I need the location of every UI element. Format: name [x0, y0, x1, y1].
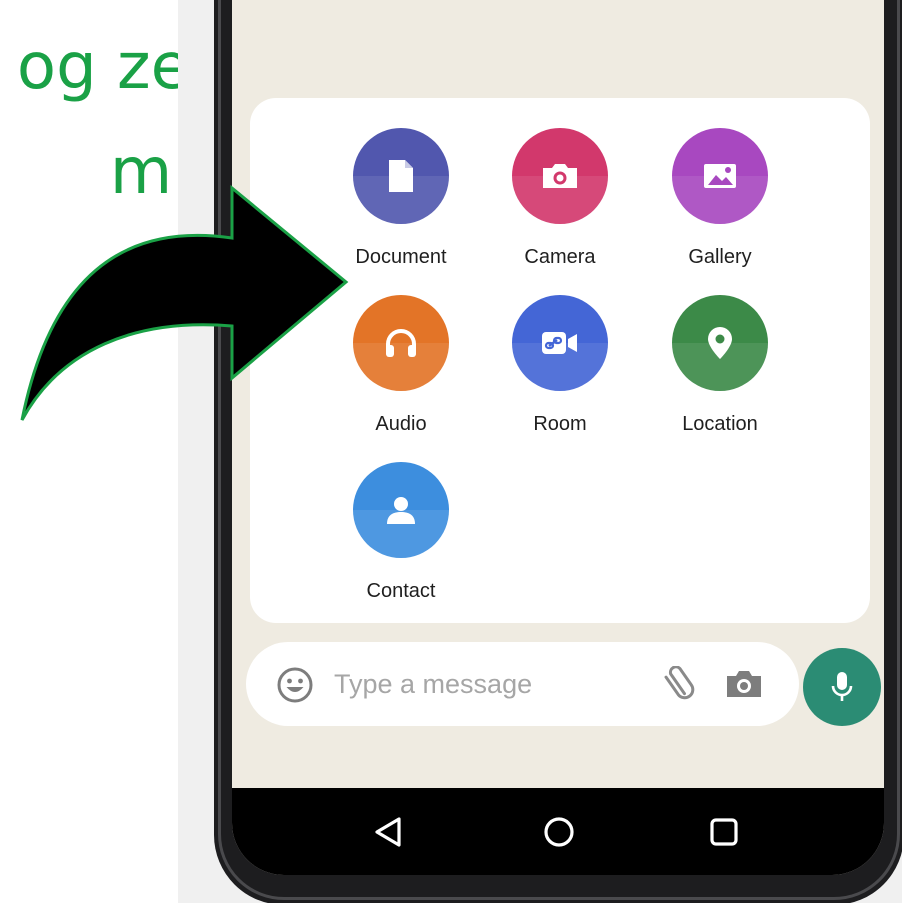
camera-icon[interactable] [724, 668, 764, 705]
home-icon[interactable] [537, 810, 581, 854]
mic-button[interactable] [803, 648, 881, 726]
recents-icon[interactable] [702, 810, 746, 854]
attach-location-button[interactable]: Location [650, 295, 790, 436]
audio-label: Audio [375, 413, 427, 435]
nav-bar [232, 788, 884, 875]
attach-menu: Document Camera Gallery Audio Room Locat… [250, 98, 870, 623]
document-icon [389, 160, 413, 192]
document-circle [353, 128, 449, 224]
room-circle [512, 295, 608, 391]
emoji-icon[interactable] [276, 666, 314, 709]
overlay-text-line1: og ze [16, 30, 190, 104]
camera-icon [543, 164, 577, 188]
gallery-label: Gallery [688, 246, 752, 268]
location-circle [672, 295, 768, 391]
camera-label: Camera [524, 246, 596, 268]
back-icon[interactable] [366, 810, 410, 854]
attach-gallery-button[interactable]: Gallery [650, 128, 790, 269]
phone-screen: Document Camera Gallery Audio Room Locat… [232, 0, 884, 875]
contact-circle [353, 462, 449, 558]
attach-document-button[interactable]: Document [331, 128, 471, 269]
attach-camera-button[interactable]: Camera [490, 128, 630, 269]
attach-audio-button[interactable]: Audio [331, 295, 471, 436]
overlay-text: og ze mi [0, 0, 190, 250]
location-pin-icon [708, 327, 732, 359]
attach-contact-button[interactable]: Contact [331, 462, 471, 603]
gallery-circle [672, 128, 768, 224]
audio-circle [353, 295, 449, 391]
headphones-icon [386, 329, 416, 357]
attach-room-button[interactable]: Room [490, 295, 630, 436]
room-label: Room [533, 413, 587, 435]
room-video-icon [542, 332, 577, 354]
document-label: Document [355, 246, 447, 268]
message-input[interactable] [334, 664, 634, 704]
location-label: Location [682, 413, 758, 435]
paperclip-icon[interactable] [656, 665, 696, 707]
mic-icon [831, 672, 853, 701]
gallery-icon [704, 164, 736, 188]
message-bar [246, 642, 799, 726]
camera-circle [512, 128, 608, 224]
contact-label: Contact [366, 580, 436, 602]
contact-icon [387, 497, 415, 524]
